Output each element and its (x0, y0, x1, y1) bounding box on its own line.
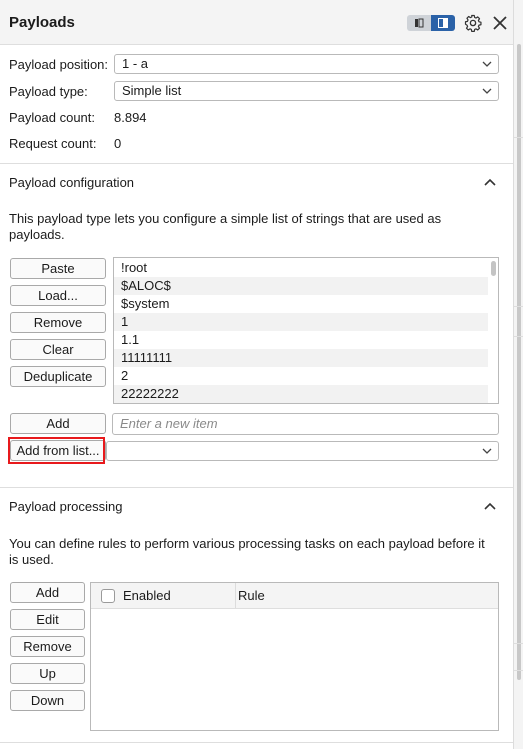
list-item[interactable]: 33 (114, 403, 488, 404)
payload-list[interactable]: !root $ALOC$ $system 1 1.1 11111111 2 22… (113, 257, 499, 404)
section-divider (0, 487, 513, 488)
chevron-down-icon (482, 61, 492, 67)
payload-processing-description: You can define rules to perform various … (9, 536, 485, 567)
load-button[interactable]: Load... (10, 285, 106, 306)
payload-position-label: Payload position: (9, 57, 109, 72)
new-item-input[interactable]: Enter a new item (112, 413, 499, 435)
payload-type-value: Simple list (122, 83, 182, 98)
list-item[interactable]: 2 (114, 367, 488, 385)
section-divider (0, 163, 513, 164)
payload-count-label: Payload count: (9, 110, 96, 125)
sidebar-layout-icon[interactable] (407, 15, 431, 31)
enabled-header-checkbox[interactable] (101, 589, 115, 603)
up-rule-button[interactable]: Up (10, 663, 85, 684)
paste-button[interactable]: Paste (10, 258, 106, 279)
payload-count-value: 8.894 (114, 110, 147, 125)
outer-scrollbar-tick (514, 643, 523, 644)
outer-scrollbar-tick (514, 670, 523, 671)
outer-scrollbar-tick (514, 137, 523, 138)
list-item[interactable]: !root (114, 259, 488, 277)
highlight-box (8, 437, 105, 464)
outer-scrollbar-tick (514, 306, 523, 307)
remove-button[interactable]: Remove (10, 312, 106, 333)
outer-scrollbar-tick (514, 336, 523, 337)
list-scrollbar-thumb[interactable] (491, 261, 496, 276)
payload-position-value: 1 - a (122, 56, 149, 71)
remove-rule-button[interactable]: Remove (10, 636, 85, 657)
table-header: Enabled Rule (91, 583, 498, 609)
panel-layout-icon[interactable] (431, 15, 455, 31)
list-item[interactable]: $system (114, 295, 488, 313)
payload-type-label: Payload type: (9, 84, 88, 99)
panel-header: Payloads (0, 0, 513, 45)
payload-processing-title: Payload processing (9, 499, 123, 514)
list-item[interactable]: 11111111 (114, 349, 488, 367)
payload-configuration-description: This payload type lets you configure a s… (9, 211, 442, 242)
chevron-up-icon[interactable] (484, 502, 496, 510)
edit-rule-button[interactable]: Edit (10, 609, 85, 630)
chevron-up-icon[interactable] (484, 178, 496, 186)
column-header-rule[interactable]: Rule (238, 588, 265, 603)
down-rule-button[interactable]: Down (10, 690, 85, 711)
list-item[interactable]: $ALOC$ (114, 277, 488, 295)
add-button[interactable]: Add (10, 413, 106, 434)
layout-toggle[interactable] (407, 15, 455, 31)
deduplicate-button[interactable]: Deduplicate (10, 366, 106, 387)
column-separator[interactable] (235, 583, 236, 608)
clear-button[interactable]: Clear (10, 339, 106, 360)
section-divider (0, 742, 513, 743)
close-icon[interactable] (491, 14, 509, 32)
add-from-list-select[interactable] (106, 441, 499, 461)
column-header-enabled[interactable]: Enabled (123, 588, 171, 603)
payload-position-select[interactable]: 1 - a (114, 54, 499, 74)
chevron-down-icon (482, 448, 492, 454)
list-item[interactable]: 22222222 (114, 385, 488, 403)
panel-title: Payloads (9, 14, 75, 31)
payload-type-select[interactable]: Simple list (114, 81, 499, 101)
list-item[interactable]: 1.1 (114, 331, 488, 349)
chevron-down-icon (482, 88, 492, 94)
gear-icon[interactable] (464, 14, 482, 32)
list-item[interactable]: 1 (114, 313, 488, 331)
add-rule-button[interactable]: Add (10, 582, 85, 603)
processing-rules-table[interactable]: Enabled Rule (90, 582, 499, 731)
request-count-value: 0 (114, 136, 122, 151)
payload-configuration-title: Payload configuration (9, 175, 135, 190)
request-count-label: Request count: (9, 136, 97, 151)
outer-scrollbar-thumb[interactable] (517, 44, 521, 680)
